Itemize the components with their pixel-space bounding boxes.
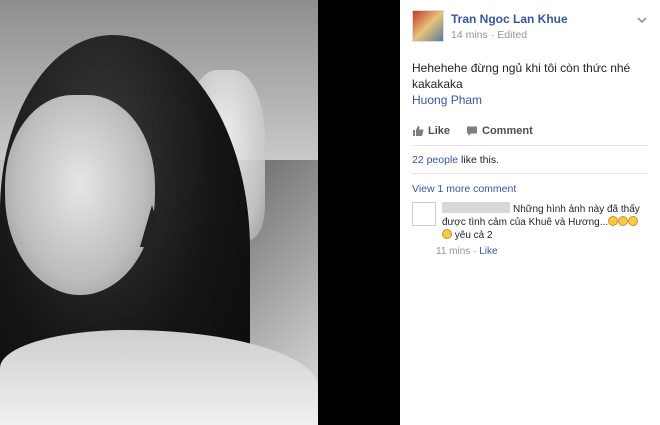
thumbs-up-icon bbox=[413, 126, 424, 136]
comment-meta-separator: · bbox=[473, 246, 477, 257]
likes-count-link[interactable]: 22 people bbox=[412, 154, 458, 166]
post-header: Tran Ngoc Lan Khue 14 mins · Edited bbox=[412, 10, 648, 46]
mention-link[interactable]: Huong Pham bbox=[412, 92, 648, 108]
post-meta: 14 mins · Edited bbox=[451, 29, 568, 41]
comment-body: Những hình ảnh này đã thấy được tình cảm… bbox=[442, 202, 648, 242]
like-label: Like bbox=[428, 125, 451, 137]
photo-face bbox=[5, 95, 155, 295]
post-body: Hehehehe đừng ngủ khi tôi còn thức nhé k… bbox=[412, 61, 631, 91]
likes-suffix: like this. bbox=[458, 154, 499, 166]
like-button[interactable]: Like bbox=[412, 125, 450, 137]
smiley-emoji-icon bbox=[442, 229, 452, 239]
comment-meta: 11 mins · Like bbox=[436, 246, 648, 257]
photo-viewer-backdrop bbox=[318, 0, 400, 425]
photo-shoulder bbox=[0, 330, 318, 425]
author-avatar[interactable] bbox=[412, 10, 444, 42]
commenter-name-redacted[interactable] bbox=[442, 202, 510, 213]
smiley-emoji-icon bbox=[628, 216, 639, 226]
post-photo[interactable] bbox=[0, 0, 318, 425]
chevron-down-icon[interactable] bbox=[636, 14, 648, 26]
post-time[interactable]: 14 mins bbox=[451, 29, 488, 41]
photo-earring bbox=[140, 205, 164, 247]
smiley-emoji-icon bbox=[608, 216, 619, 226]
comment-item: Những hình ảnh này đã thấy được tình cảm… bbox=[412, 202, 648, 257]
edited-label[interactable]: Edited bbox=[497, 29, 527, 41]
comment-text-after: yêu cả 2 bbox=[452, 230, 493, 241]
likes-summary: 22 people like this. bbox=[412, 146, 648, 174]
post-actions: Like Comment bbox=[412, 125, 648, 146]
meta-separator: · bbox=[490, 29, 495, 41]
comment-button[interactable]: Comment bbox=[466, 125, 533, 137]
comment-label: Comment bbox=[482, 125, 533, 137]
comment-like-link[interactable]: Like bbox=[479, 246, 497, 257]
view-more-comments-link[interactable]: View 1 more comment bbox=[412, 183, 648, 195]
smiley-emoji-icon bbox=[618, 216, 629, 226]
commenter-avatar[interactable] bbox=[412, 202, 436, 226]
comment-time[interactable]: 11 mins bbox=[436, 246, 470, 257]
author-name[interactable]: Tran Ngoc Lan Khue bbox=[451, 12, 568, 26]
post-sidebar: Tran Ngoc Lan Khue 14 mins · Edited Hehe… bbox=[400, 0, 660, 425]
post-text: Hehehehe đừng ngủ khi tôi còn thức nhé k… bbox=[412, 60, 648, 108]
speech-bubble-icon bbox=[467, 126, 478, 136]
